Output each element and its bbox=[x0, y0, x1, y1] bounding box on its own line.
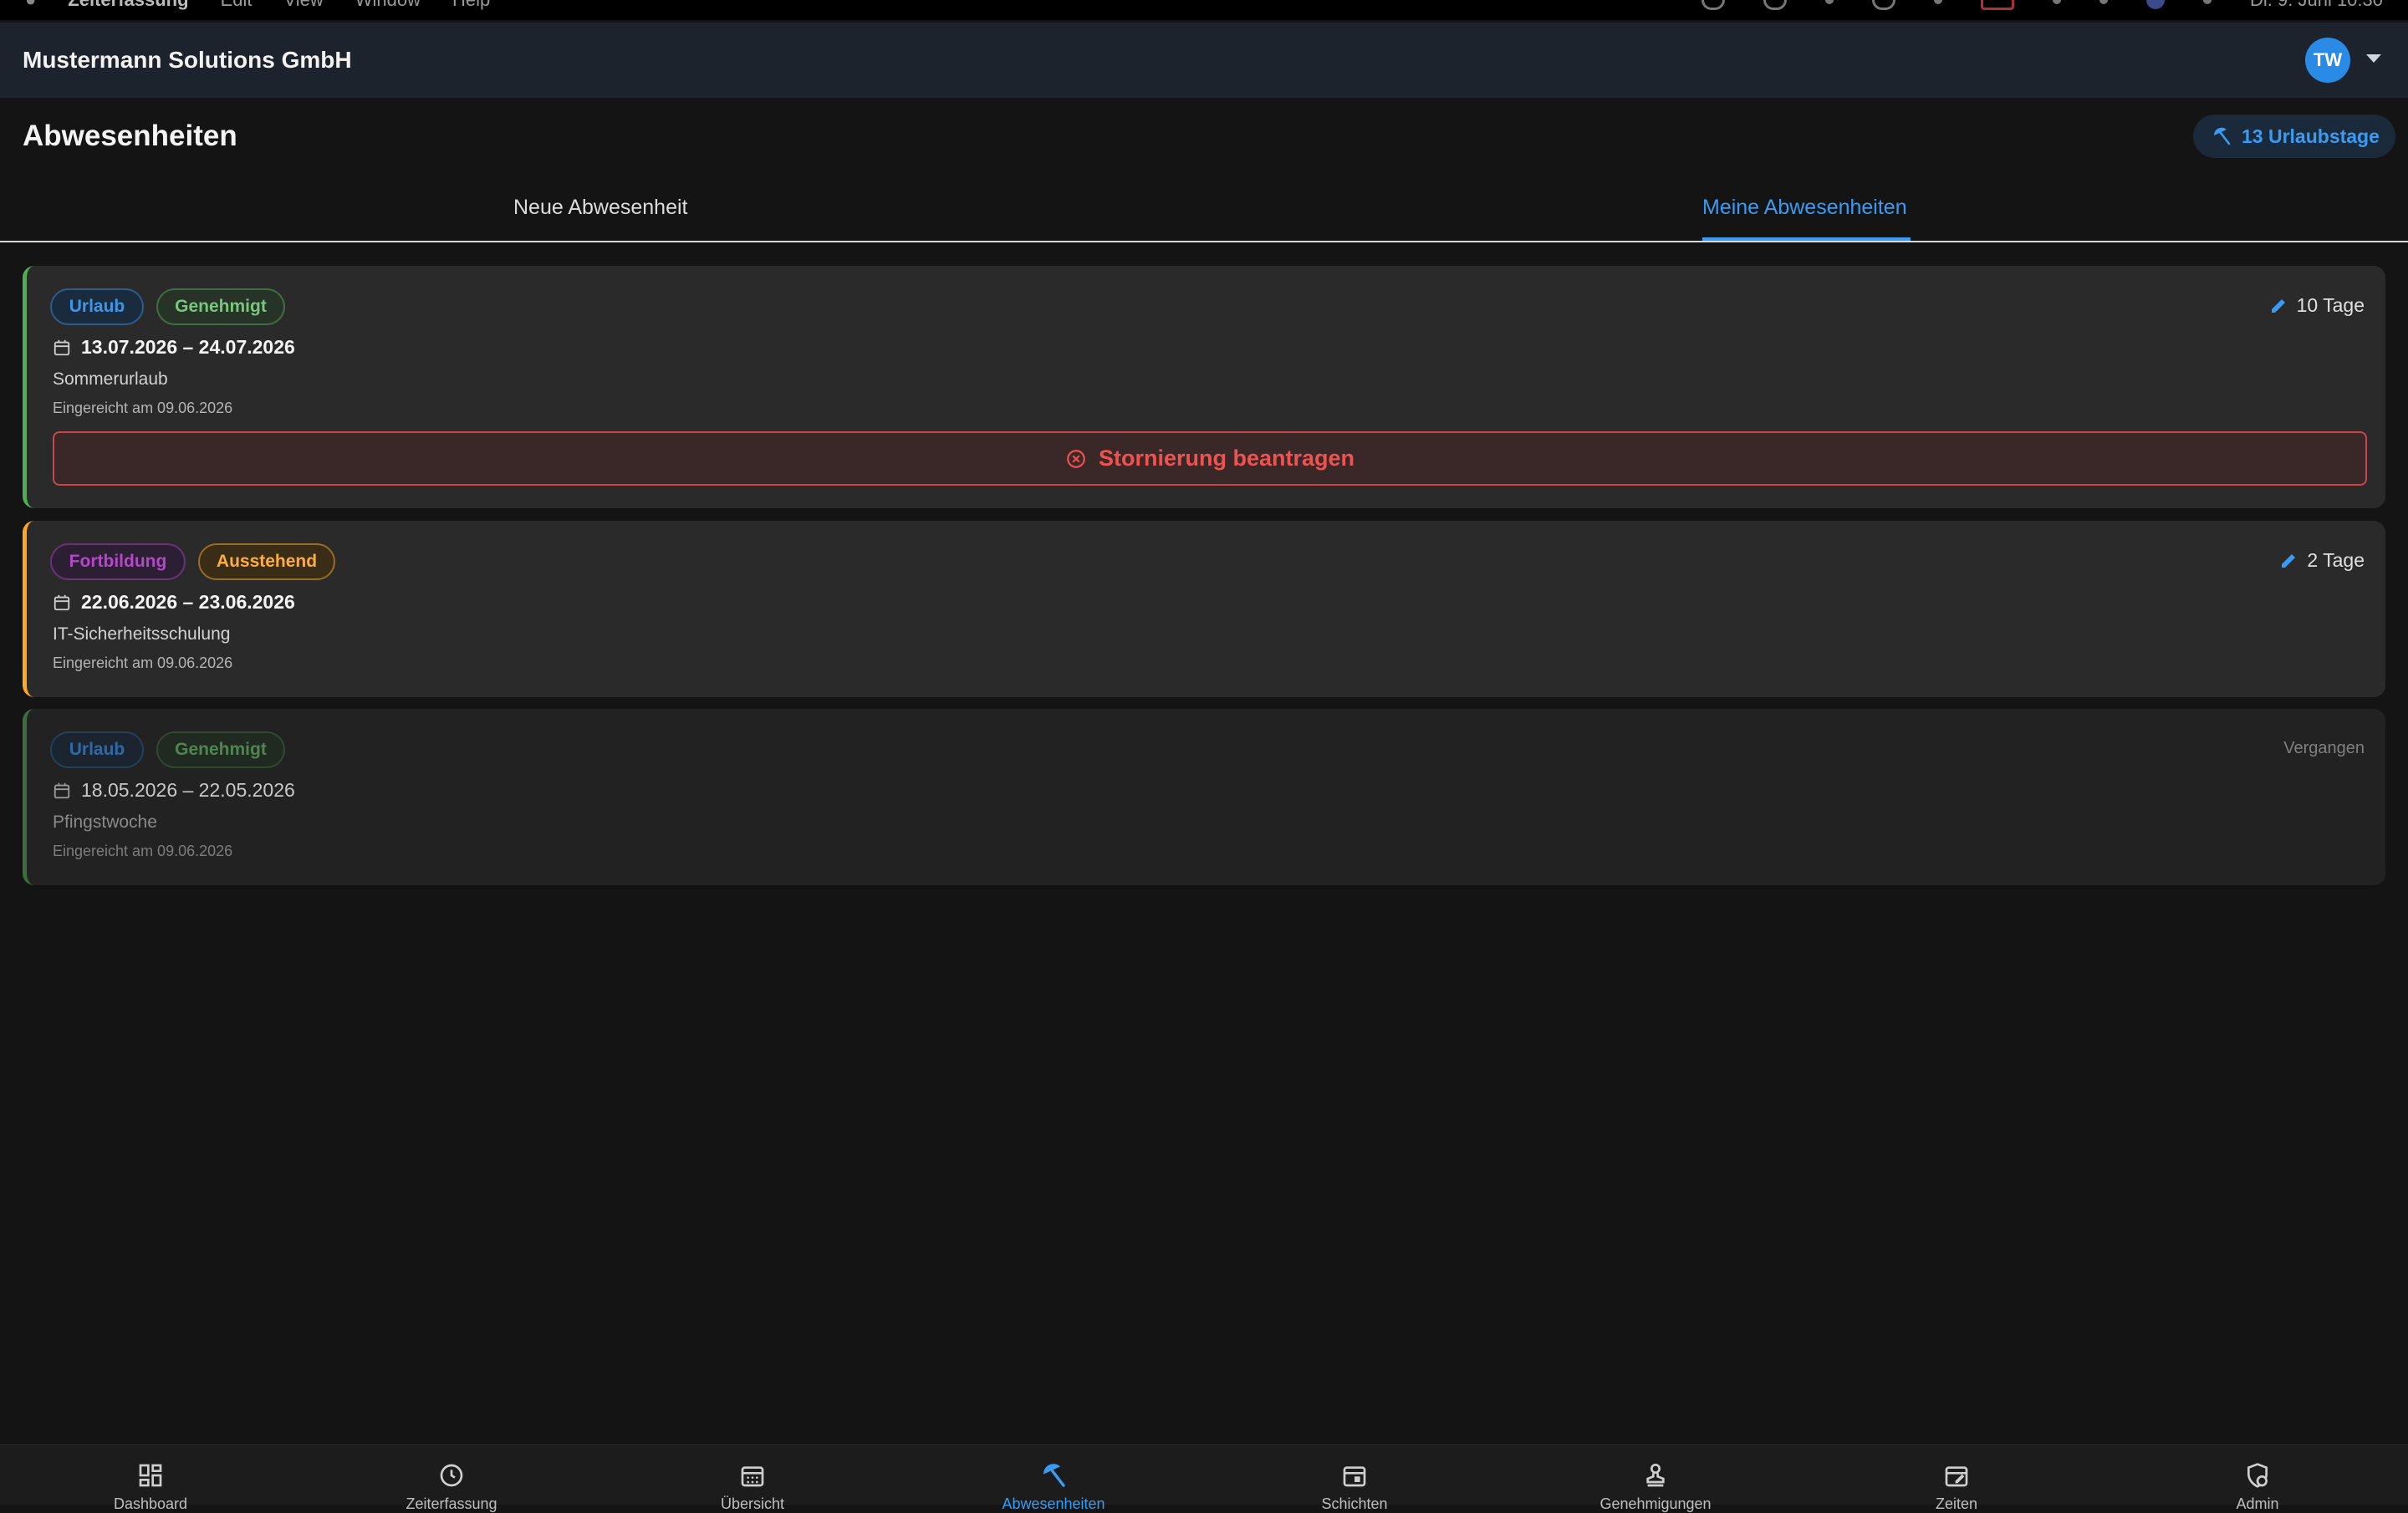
tab-new-absence[interactable]: Neue Abwesenheit bbox=[513, 196, 687, 220]
status-badge: Ausstehend bbox=[198, 543, 335, 580]
app-header: Mustermann Solutions GmbH TW bbox=[0, 23, 2408, 98]
vacation-days-label: 13 Urlaubstage bbox=[2242, 125, 2380, 147]
submitted-date: Eingereicht am 09.06.2026 bbox=[53, 400, 233, 416]
avatar[interactable]: TW bbox=[2305, 38, 2350, 83]
edit-pencil-icon[interactable] bbox=[2268, 296, 2288, 316]
calendar-grid-icon bbox=[741, 1466, 764, 1487]
calendar-event-icon bbox=[1343, 1466, 1366, 1487]
vacation-days-chip[interactable]: 13 Urlaubstage bbox=[2193, 115, 2395, 158]
absence-card: Urlaub Genehmigt 13.07.2026 – 24.07.2026… bbox=[23, 266, 2385, 508]
absence-description: Pfingstwoche bbox=[53, 813, 157, 832]
nav-dashboard[interactable]: Dashboard bbox=[75, 1462, 226, 1513]
menu-edit[interactable]: Edit bbox=[221, 0, 253, 11]
stamp-icon bbox=[1646, 1464, 1665, 1487]
menubar-app-name[interactable]: Zeiterfassung bbox=[68, 0, 188, 11]
nav-times[interactable]: Zeiten bbox=[1881, 1462, 2032, 1513]
admin-shield-icon bbox=[2247, 1463, 2268, 1488]
calendar-icon bbox=[54, 782, 70, 798]
status-icon[interactable] bbox=[1872, 0, 1896, 10]
cancel-circle-icon bbox=[1067, 449, 1085, 468]
nav-absences[interactable]: Abwesenheiten bbox=[978, 1462, 1129, 1513]
wifi-icon[interactable] bbox=[2053, 0, 2062, 4]
control-center-icon[interactable] bbox=[2203, 0, 2212, 4]
calendar-icon bbox=[54, 594, 70, 610]
chevron-down-icon[interactable] bbox=[2366, 54, 2381, 63]
request-cancellation-button[interactable]: Stornierung beantragen bbox=[53, 431, 2367, 486]
dashboard-icon bbox=[139, 1464, 162, 1487]
duration[interactable]: 2 Tage bbox=[2278, 549, 2365, 572]
nav-time-tracking[interactable]: Zeiterfassung bbox=[376, 1462, 527, 1513]
type-badge: Urlaub bbox=[50, 288, 144, 325]
date-range: 18.05.2026 – 22.05.2026 bbox=[53, 779, 295, 802]
status-badge: Genehmigt bbox=[156, 288, 285, 325]
battery-icon[interactable] bbox=[1981, 0, 2015, 10]
apple-icon[interactable]: ● bbox=[25, 0, 36, 11]
beach-umbrella-icon bbox=[1043, 1464, 1065, 1487]
date-range: 22.06.2026 – 23.06.2026 bbox=[53, 591, 295, 614]
company-name: Mustermann Solutions GmbH bbox=[23, 47, 352, 73]
tab-active-indicator bbox=[1702, 237, 1911, 241]
nav-admin[interactable]: Admin bbox=[2182, 1462, 2333, 1513]
type-badge: Fortbildung bbox=[50, 543, 186, 580]
absence-description: Sommerurlaub bbox=[53, 369, 168, 389]
calendar-edit-icon bbox=[1945, 1466, 1968, 1487]
nav-approvals[interactable]: Genehmigungen bbox=[1580, 1462, 1731, 1513]
duration[interactable]: 10 Tage bbox=[2268, 294, 2365, 317]
date-range-text: 18.05.2026 – 22.05.2026 bbox=[81, 779, 295, 801]
status-icon[interactable] bbox=[1701, 0, 1726, 10]
date-range: 13.07.2026 – 24.07.2026 bbox=[53, 336, 295, 359]
page-title: Abwesenheiten bbox=[23, 120, 237, 152]
status-icon[interactable] bbox=[1825, 0, 1834, 4]
date-range-text: 13.07.2026 – 24.07.2026 bbox=[81, 336, 295, 358]
type-badge: Urlaub bbox=[50, 731, 144, 768]
tab-bar: Neue Abwesenheit Meine Abwesenheiten bbox=[0, 186, 2408, 242]
nav-shifts[interactable]: Schichten bbox=[1279, 1462, 1430, 1513]
menu-view[interactable]: View bbox=[283, 0, 323, 11]
duration-text: 10 Tage bbox=[2296, 294, 2365, 316]
absence-description: IT-Sicherheitsschulung bbox=[53, 624, 231, 644]
search-icon[interactable] bbox=[2099, 0, 2109, 4]
menu-window[interactable]: Window bbox=[355, 0, 421, 11]
beach-umbrella-icon bbox=[2213, 127, 2231, 145]
menubar-clock[interactable]: Di. 9. Juni 10:30 bbox=[2250, 0, 2383, 11]
past-label: Vergangen bbox=[2283, 739, 2365, 757]
nav-overview[interactable]: Übersicht bbox=[677, 1462, 828, 1513]
status-badge: Genehmigt bbox=[156, 731, 285, 768]
submitted-date: Eingereicht am 09.06.2026 bbox=[53, 843, 233, 859]
tab-my-absences[interactable]: Meine Abwesenheiten bbox=[1702, 196, 1907, 220]
status-icon[interactable] bbox=[1763, 0, 1788, 10]
system-menubar: ● Zeiterfassung Edit View Window Help Di… bbox=[0, 0, 2408, 20]
status-icon[interactable] bbox=[1934, 0, 1943, 4]
date-range-text: 22.06.2026 – 23.06.2026 bbox=[81, 591, 295, 613]
calendar-icon bbox=[54, 339, 70, 355]
menu-help[interactable]: Help bbox=[452, 0, 490, 11]
absence-card: Fortbildung Ausstehend 22.06.2026 – 23.0… bbox=[23, 521, 2385, 697]
siri-icon[interactable] bbox=[2146, 0, 2166, 9]
submitted-date: Eingereicht am 09.06.2026 bbox=[53, 655, 233, 671]
duration-text: 2 Tage bbox=[2307, 549, 2365, 571]
clock-icon bbox=[440, 1464, 463, 1487]
absence-card: Urlaub Genehmigt 18.05.2026 – 22.05.2026… bbox=[23, 709, 2385, 885]
bottom-nav: Dashboard Zeiterfassung Übersicht Abwese… bbox=[0, 1444, 2408, 1512]
edit-pencil-icon[interactable] bbox=[2278, 551, 2298, 571]
request-cancellation-label: Stornierung beantragen bbox=[1098, 446, 1355, 471]
